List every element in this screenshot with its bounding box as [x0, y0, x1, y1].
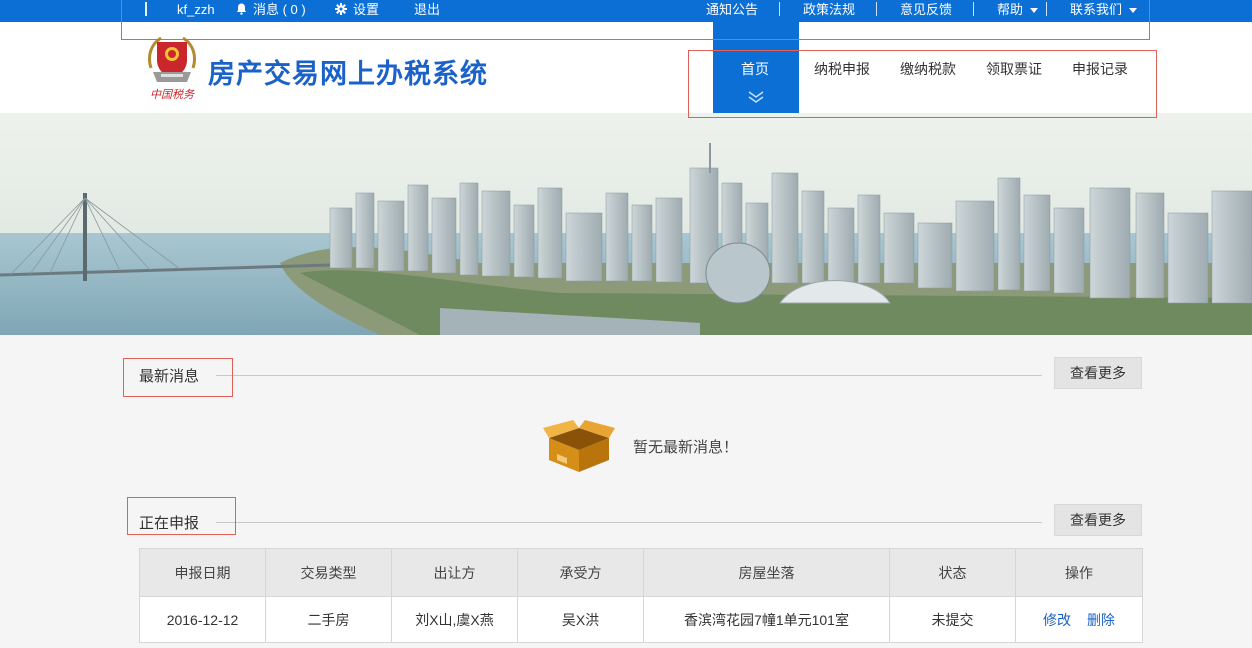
city-banner-image	[0, 113, 1252, 335]
view-more-declaring-button[interactable]: 查看更多	[1054, 504, 1142, 536]
caret-down-icon	[1030, 8, 1039, 14]
column-header: 操作	[1015, 548, 1143, 597]
divider	[876, 2, 877, 16]
site-title: 房产交易网上办税系统	[208, 59, 488, 89]
link-policies[interactable]: 政策法规	[803, 2, 855, 18]
logo-caption: 中国税务	[150, 88, 195, 101]
cell-actions: 修改 删除	[1015, 596, 1143, 643]
top-bar: kf_zzh 消息 ( 0 ) 设置 退出 通知公告 政策法规 意见反馈 帮助 …	[0, 0, 1252, 22]
double-chevron-down-icon	[748, 91, 764, 103]
messages-label: 消息 ( 0 )	[253, 2, 306, 17]
empty-news-message: 暂无最新消息！	[633, 439, 739, 456]
user-avatar	[145, 2, 147, 16]
divider	[973, 2, 974, 16]
edit-link[interactable]: 修改	[1043, 612, 1071, 628]
column-header: 房屋坐落	[643, 548, 890, 597]
column-header: 交易类型	[265, 548, 392, 597]
link-help[interactable]: 帮助	[997, 2, 1039, 18]
column-header: 申报日期	[139, 548, 266, 597]
cell-status: 未提交	[889, 596, 1016, 643]
section-title-declaring: 正在申报	[139, 515, 200, 532]
nav-pay-tax[interactable]: 缴纳税款	[900, 59, 956, 79]
cell-buyer: 吴X洪	[517, 596, 644, 643]
link-contact[interactable]: 联系我们	[1070, 2, 1138, 18]
link-notices[interactable]: 通知公告	[706, 2, 758, 18]
table-header-row: 申报日期 交易类型 出让方 承受方 房屋坐落 状态 操作	[139, 548, 1143, 597]
cell-seller: 刘X山,虞X燕	[391, 596, 518, 643]
table-row: 2016-12-12 二手房 刘X山,虞X燕 吴X洪 香滨湾花园7幢1单元101…	[139, 596, 1143, 643]
nav-home[interactable]: 首页	[741, 59, 769, 79]
section-divider	[216, 522, 1042, 523]
cell-date: 2016-12-12	[139, 596, 266, 643]
caret-down-icon	[1129, 8, 1138, 14]
empty-box-icon	[543, 420, 615, 472]
logout-link[interactable]: 退出	[414, 2, 440, 18]
help-label: 帮助	[997, 2, 1024, 17]
section-title-latest-news: 最新消息	[139, 368, 200, 385]
column-header: 出让方	[391, 548, 518, 597]
column-header: 承受方	[517, 548, 644, 597]
contact-label: 联系我们	[1070, 2, 1123, 17]
cell-type: 二手房	[265, 596, 392, 643]
tax-emblem-logo[interactable]: 中国税务	[143, 32, 201, 104]
site-header: 中国税务 房产交易网上办税系统 首页 纳税申报 缴纳税款 领取票证 申报记录	[0, 22, 1252, 113]
nav-tax-declaration[interactable]: 纳税申报	[814, 59, 870, 79]
view-more-news-button[interactable]: 查看更多	[1054, 357, 1142, 389]
cell-location: 香滨湾花园7幢1单元101室	[643, 596, 890, 643]
bell-icon	[236, 3, 247, 15]
messages-link[interactable]: 消息 ( 0 )	[236, 2, 306, 18]
nav-declaration-records[interactable]: 申报记录	[1072, 59, 1128, 79]
settings-label: 设置	[353, 2, 380, 17]
nav-get-receipt[interactable]: 领取票证	[986, 59, 1042, 79]
divider	[779, 2, 780, 16]
divider	[1046, 2, 1047, 16]
link-feedback[interactable]: 意见反馈	[900, 2, 952, 18]
declaration-table: 申报日期 交易类型 出让方 承受方 房屋坐落 状态 操作 2016-12-12 …	[139, 548, 1143, 643]
settings-link[interactable]: 设置	[335, 2, 379, 18]
column-header: 状态	[889, 548, 1016, 597]
section-divider	[216, 375, 1042, 376]
username[interactable]: kf_zzh	[177, 2, 215, 18]
delete-link[interactable]: 删除	[1087, 612, 1115, 628]
gear-icon	[335, 3, 347, 15]
